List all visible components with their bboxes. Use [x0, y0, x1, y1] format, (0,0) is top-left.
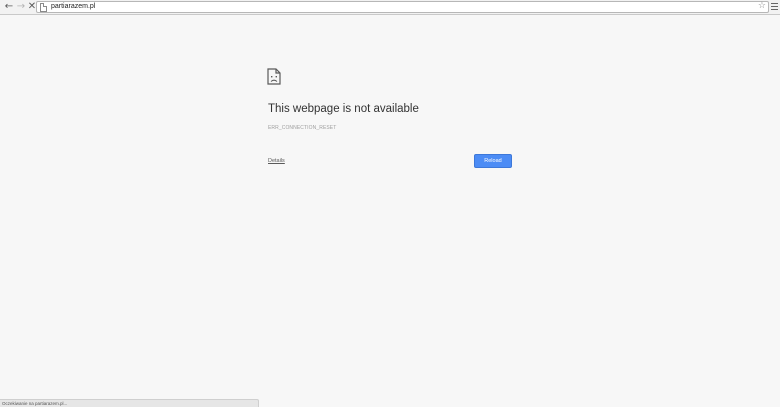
status-bubble: Oczekiwanie na partiarazem.pl... — [0, 399, 259, 407]
url-text[interactable]: partiarazem.pl — [51, 2, 95, 12]
star-icon[interactable]: ☆ — [758, 1, 766, 12]
hamburger-menu-icon[interactable] — [771, 3, 778, 11]
page-icon — [40, 3, 47, 12]
browser-toolbar: ← → ✕ partiarazem.pl ☆ — [0, 0, 780, 15]
address-bar[interactable]: partiarazem.pl ☆ — [36, 1, 769, 13]
error-title: This webpage is not available — [268, 103, 419, 115]
status-text: Oczekiwanie na partiarazem.pl... — [2, 401, 68, 406]
error-code: ERR_CONNECTION_RESET — [268, 125, 337, 131]
back-arrow-icon[interactable]: ← — [3, 1, 15, 13]
reload-button[interactable]: Reload — [474, 154, 512, 168]
sad-page-icon — [267, 68, 281, 85]
details-link[interactable]: Details — [268, 158, 285, 165]
